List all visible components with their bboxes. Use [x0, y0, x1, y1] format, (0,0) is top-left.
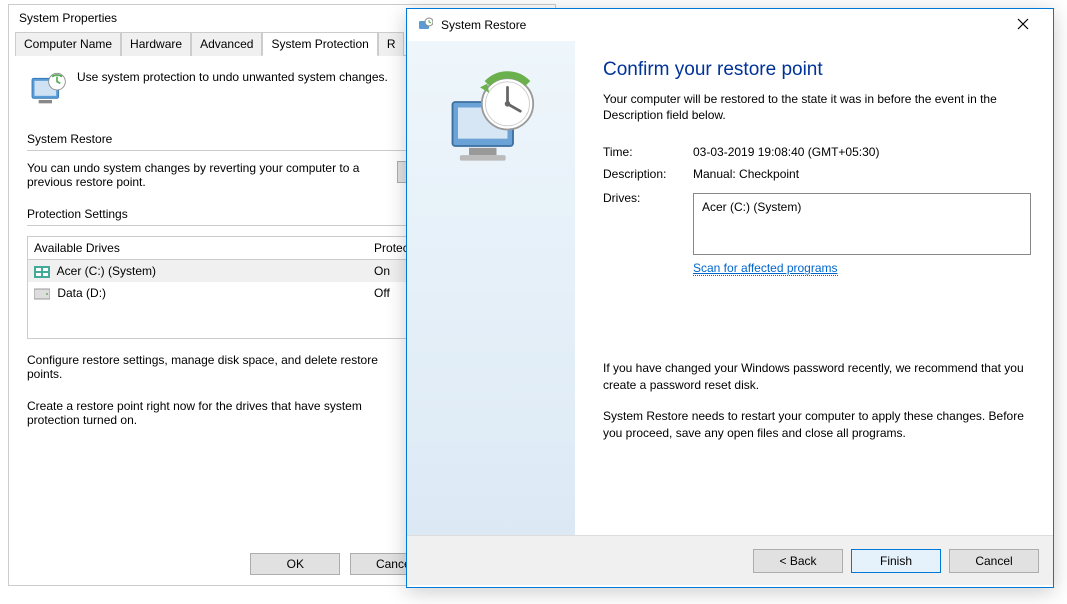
back-button[interactable]: < Back: [753, 549, 843, 573]
create-text: Create a restore point right now for the…: [27, 399, 411, 427]
drives-listbox[interactable]: Acer (C:) (System): [693, 193, 1031, 255]
cancel-button[interactable]: Cancel: [949, 549, 1039, 573]
configure-text: Configure restore settings, manage disk …: [27, 353, 411, 381]
system-restore-large-icon: [436, 69, 546, 179]
ok-button[interactable]: OK: [250, 553, 340, 575]
intro-text: Use system protection to undo unwanted s…: [77, 70, 388, 84]
wizard-footer: < Back Finish Cancel: [407, 535, 1053, 585]
tab-advanced[interactable]: Advanced: [191, 32, 262, 56]
system-restore-text: You can undo system changes by reverting…: [27, 161, 381, 189]
window-title: System Restore: [441, 18, 1003, 32]
tab-hardware[interactable]: Hardware: [121, 32, 191, 56]
time-label: Time:: [603, 145, 693, 159]
description-label: Description:: [603, 167, 693, 181]
tab-computer-name[interactable]: Computer Name: [15, 32, 121, 56]
wizard-main: Confirm your restore point Your computer…: [575, 41, 1053, 535]
col-available-drives[interactable]: Available Drives: [28, 237, 369, 260]
description-value: Manual: Checkpoint: [693, 167, 799, 181]
wizard-heading: Confirm your restore point: [603, 59, 1031, 81]
hdd-drive-icon: [34, 288, 50, 300]
system-restore-window: System Restore Confirm your restore poin…: [406, 8, 1054, 588]
system-restore-icon: [417, 17, 433, 33]
system-protection-icon: [27, 70, 67, 110]
windows-drive-icon: [34, 266, 50, 278]
drives-label: Drives:: [603, 191, 693, 205]
wizard-description: Your computer will be restored to the st…: [603, 91, 1031, 123]
restart-warning: System Restore needs to restart your com…: [603, 408, 1031, 442]
time-value: 03-03-2019 19:08:40 (GMT+05:30): [693, 145, 879, 159]
password-warning: If you have changed your Windows passwor…: [603, 360, 1031, 394]
tab-system-protection[interactable]: System Protection: [262, 32, 377, 56]
close-icon: [1017, 18, 1029, 30]
drives-list-item[interactable]: Acer (C:) (System): [702, 200, 1022, 214]
close-button[interactable]: [1003, 17, 1043, 33]
drive-name: Acer (C:) (System): [57, 264, 156, 278]
wizard-sidebar: [407, 41, 575, 535]
titlebar: System Restore: [407, 9, 1053, 41]
scan-affected-programs-link[interactable]: Scan for affected programs: [693, 261, 838, 276]
tab-remote[interactable]: R: [378, 32, 405, 56]
finish-button[interactable]: Finish: [851, 549, 941, 573]
drive-name: Data (D:): [57, 286, 106, 300]
